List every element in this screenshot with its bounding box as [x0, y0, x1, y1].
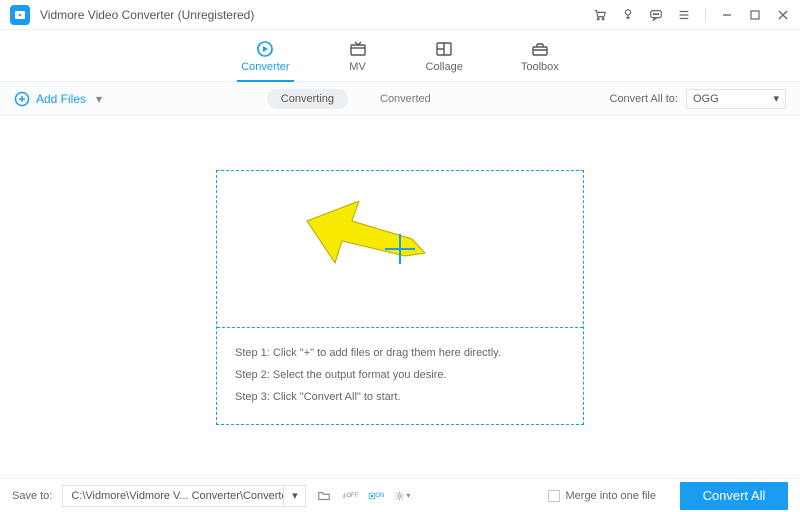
collage-icon: [434, 40, 454, 58]
minimize-icon[interactable]: [720, 8, 734, 22]
save-to-label: Save to:: [12, 490, 52, 502]
plus-icon[interactable]: [385, 234, 415, 264]
step-3: Step 3: Click "Convert All" to start.: [235, 386, 565, 408]
save-path-value: C:\Vidmore\Vidmore V... Converter\Conver…: [63, 490, 283, 502]
folder-icon[interactable]: [316, 488, 332, 504]
converter-icon: [255, 40, 275, 58]
close-icon[interactable]: [776, 8, 790, 22]
save-path-dropdown[interactable]: C:\Vidmore\Vidmore V... Converter\Conver…: [62, 485, 306, 507]
convert-all-button[interactable]: Convert All: [680, 482, 788, 510]
step-1: Step 1: Click "+" to add files or drag t…: [235, 342, 565, 364]
format-dropdown[interactable]: OGG ▾: [686, 89, 786, 109]
app-logo-icon: [10, 5, 30, 25]
window-title: Vidmore Video Converter (Unregistered): [40, 8, 593, 22]
key-icon[interactable]: [621, 8, 635, 22]
maximize-icon[interactable]: [748, 8, 762, 22]
hardware-accel-off-icon[interactable]: OFF: [342, 488, 358, 504]
add-files-label: Add Files: [36, 92, 86, 106]
cart-icon[interactable]: [593, 8, 607, 22]
tab-mv[interactable]: MV: [344, 34, 372, 77]
settings-icon[interactable]: ▾: [394, 488, 410, 504]
feedback-icon[interactable]: [649, 8, 663, 22]
chevron-down-icon: ▾: [773, 92, 779, 105]
segment-converted[interactable]: Converted: [366, 89, 445, 109]
menu-icon[interactable]: [677, 8, 691, 22]
convert-all-to-label: Convert All to:: [610, 93, 678, 105]
titlebar-divider: [705, 8, 706, 22]
tab-label: Collage: [426, 61, 463, 73]
segment-converting[interactable]: Converting: [267, 89, 348, 109]
tab-collage[interactable]: Collage: [422, 34, 467, 77]
instructions: Step 1: Click "+" to add files or drag t…: [217, 328, 583, 424]
add-files-button[interactable]: Add Files ▾: [14, 91, 102, 107]
tab-toolbox[interactable]: Toolbox: [517, 34, 563, 77]
step-2: Step 2: Select the output format you des…: [235, 364, 565, 386]
merge-label: Merge into one file: [566, 490, 657, 502]
main-area: Step 1: Click "+" to add files or drag t…: [0, 116, 800, 478]
format-value: OGG: [693, 93, 719, 105]
mv-icon: [348, 40, 368, 58]
tab-label: Converter: [241, 61, 289, 73]
drop-zone[interactable]: Step 1: Click "+" to add files or drag t…: [216, 170, 584, 425]
tab-label: MV: [349, 61, 366, 73]
tab-converter[interactable]: Converter: [237, 34, 293, 77]
tab-label: Toolbox: [521, 61, 559, 73]
high-speed-on-icon[interactable]: ON: [368, 488, 384, 504]
toolbox-icon: [530, 40, 550, 58]
chevron-down-icon: ▾: [283, 486, 305, 506]
plus-circle-icon: [14, 91, 30, 107]
merge-checkbox[interactable]: [548, 490, 560, 502]
chevron-down-icon: ▾: [96, 92, 102, 106]
